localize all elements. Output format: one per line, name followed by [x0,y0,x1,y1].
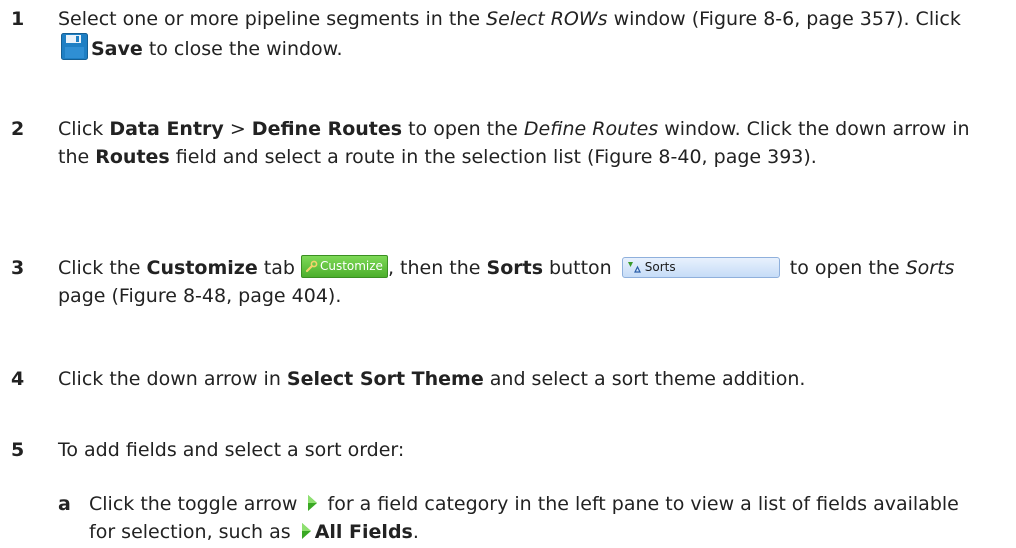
step-number: 4 [11,368,25,390]
floppy-disk-icon [61,33,88,60]
wrench-icon [305,260,318,273]
customize-tab-label: Customize [319,259,383,273]
step-number: 1 [11,8,25,30]
substep-text: Click the toggle arrow for a field categ… [89,493,959,543]
instruction-page: 1 Select one or more pipeline segments i… [0,0,1016,548]
step-text: Click the Customize tab Customize, then … [58,255,955,307]
toggle-arrow-icon [301,523,311,539]
step-text: Click Data Entry > Define Routes to open… [58,118,970,168]
step-number: 5 [11,439,25,461]
sorts-button-label: Sorts [644,259,676,274]
step-text: Click the down arrow in Select Sort Them… [58,368,806,390]
sorts-button[interactable]: Sorts [621,256,780,278]
substep-letter: a [58,493,71,515]
toggle-arrow-icon [308,495,318,511]
sort-filter-icon [627,262,641,273]
step-text: Select one or more pipeline segments in … [58,8,961,60]
step-number: 3 [11,257,25,279]
step-number: 2 [11,118,25,140]
customize-tab[interactable]: Customize [300,255,388,278]
step-text: To add fields and select a sort order: [58,439,405,461]
